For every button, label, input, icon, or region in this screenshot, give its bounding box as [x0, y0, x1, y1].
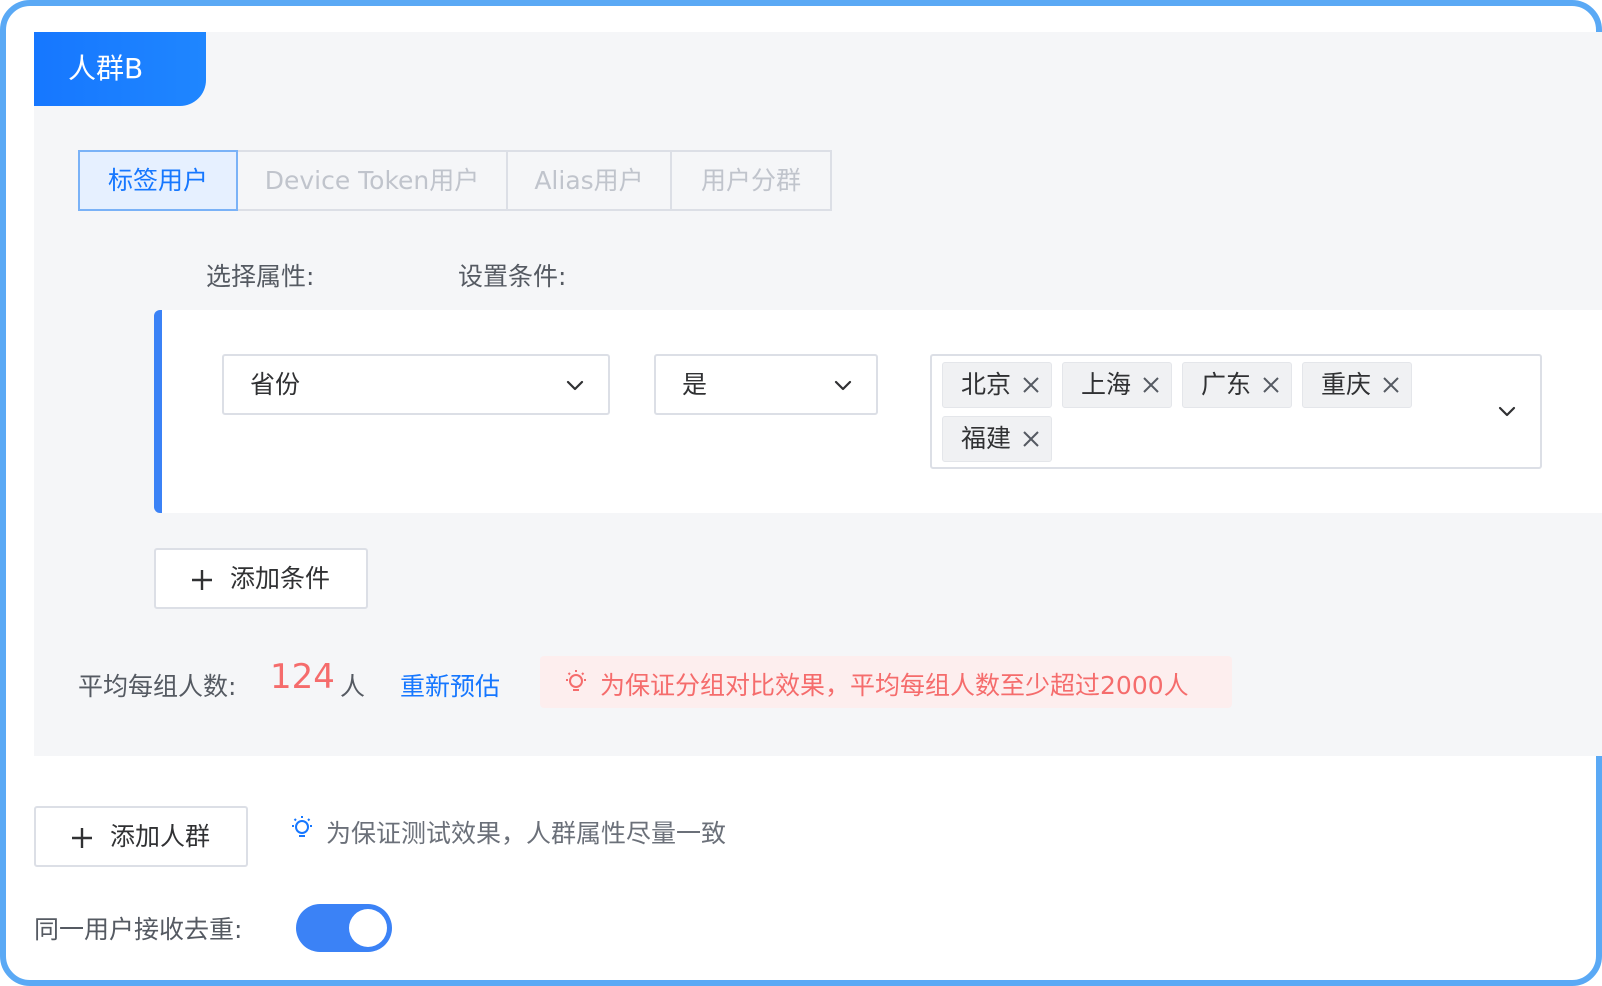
- warning-text: 为保证分组对比效果，平均每组人数至少超过2000人: [600, 671, 1189, 700]
- re-estimate-link[interactable]: 重新预估: [400, 667, 500, 703]
- sample-size-warning: 为保证分组对比效果，平均每组人数至少超过2000人: [540, 656, 1232, 708]
- chevron-down-icon: [1498, 406, 1516, 417]
- hint-text: 为保证测试效果，人群属性尽量一致: [326, 819, 727, 848]
- select-attribute-label: 选择属性:: [206, 262, 315, 291]
- attribute-select[interactable]: 省份: [222, 354, 610, 415]
- user-type-tabs: 标签用户 Device Token用户 Alias用户 用户分群: [78, 150, 832, 211]
- chevron-down-icon: [834, 380, 852, 391]
- plus-icon: [192, 570, 212, 590]
- close-icon[interactable]: [1261, 375, 1281, 395]
- value-tag: 重庆: [1302, 362, 1412, 408]
- avg-per-group-label: 平均每组人数:: [78, 672, 237, 701]
- toggle-knob: [349, 909, 387, 947]
- group-title-tag: 人群B: [34, 32, 206, 106]
- avg-per-group-unit: 人: [340, 672, 366, 701]
- value-tag-label: 福建: [961, 424, 1012, 453]
- set-condition-label: 设置条件:: [458, 262, 567, 291]
- dedupe-toggle[interactable]: [296, 904, 392, 952]
- add-condition-label: 添加条件: [230, 564, 331, 593]
- value-tag: 广东: [1182, 362, 1292, 408]
- lightbulb-icon: [292, 816, 312, 837]
- value-multi-select[interactable]: 北京 上海 广东 重庆 福建: [930, 354, 1542, 469]
- value-tag-label: 北京: [961, 370, 1012, 399]
- operator-select-value: 是: [682, 370, 708, 399]
- add-group-label: 添加人群: [110, 822, 211, 851]
- tab-user-segments[interactable]: 用户分群: [672, 150, 832, 211]
- tab-alias-users[interactable]: Alias用户: [508, 150, 672, 211]
- dedupe-label: 同一用户接收去重:: [34, 915, 243, 944]
- add-group-button[interactable]: 添加人群: [34, 806, 248, 867]
- close-icon[interactable]: [1021, 375, 1041, 395]
- value-tag-label: 上海: [1081, 370, 1132, 399]
- attribute-select-value: 省份: [250, 370, 301, 399]
- plus-icon: [72, 828, 92, 848]
- avg-per-group-value: 124: [270, 657, 335, 697]
- close-icon[interactable]: [1381, 375, 1401, 395]
- tab-tag-users[interactable]: 标签用户: [78, 150, 238, 211]
- value-tag: 北京: [942, 362, 1052, 408]
- close-icon[interactable]: [1021, 429, 1041, 449]
- tab-device-token-users[interactable]: Device Token用户: [238, 150, 508, 211]
- lightbulb-icon: [566, 670, 586, 691]
- value-tag-label: 广东: [1201, 370, 1252, 399]
- close-icon[interactable]: [1141, 375, 1161, 395]
- value-tag-label: 重庆: [1321, 370, 1372, 399]
- operator-select[interactable]: 是: [654, 354, 878, 415]
- value-tag: 福建: [942, 416, 1052, 462]
- add-condition-button[interactable]: 添加条件: [154, 548, 368, 609]
- value-tag: 上海: [1062, 362, 1172, 408]
- chevron-down-icon: [566, 380, 584, 391]
